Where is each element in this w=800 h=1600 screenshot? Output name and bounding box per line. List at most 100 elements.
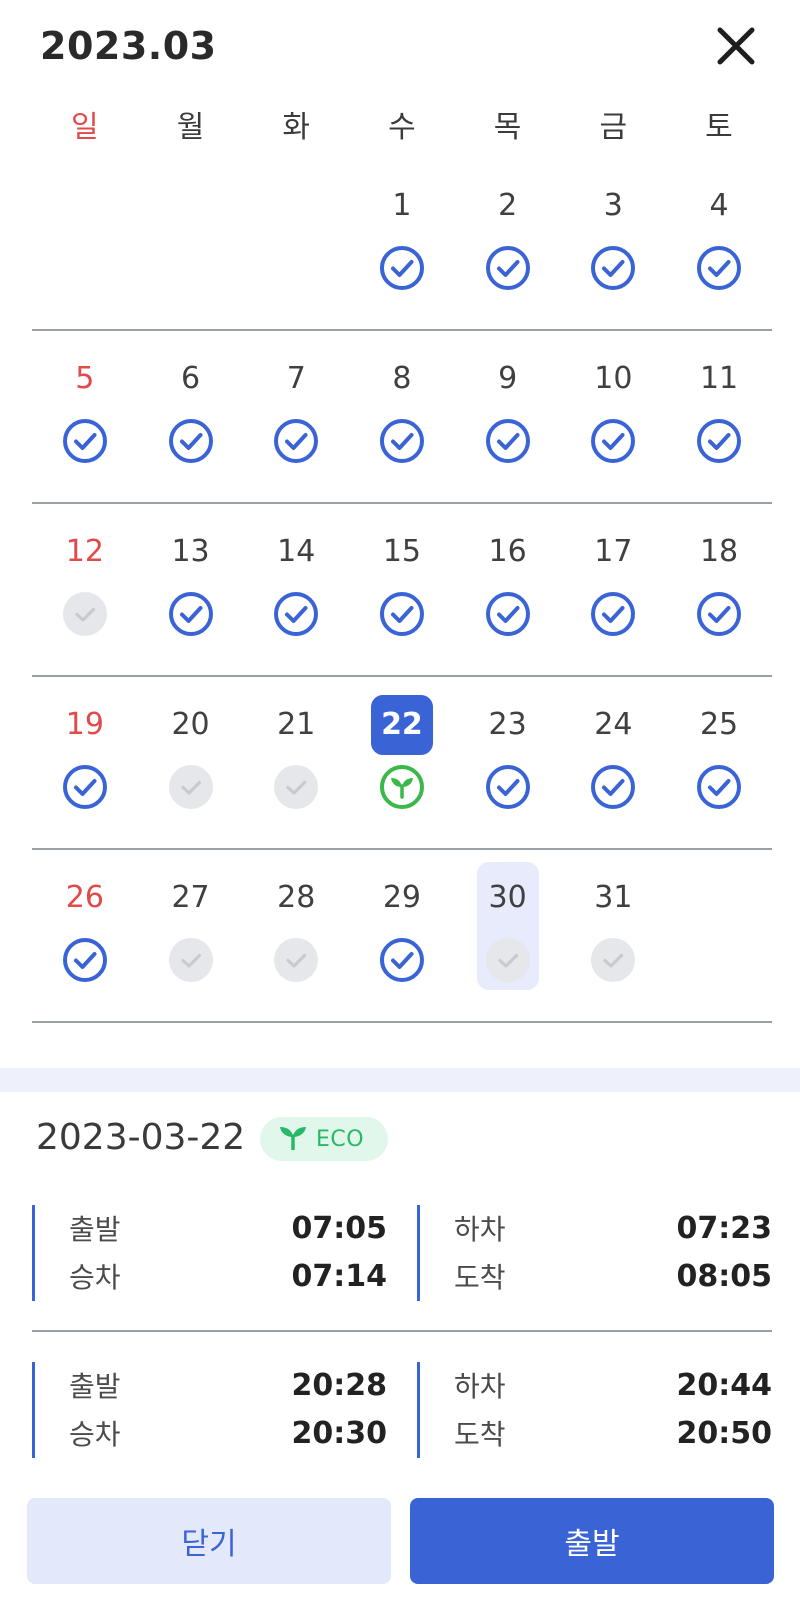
check-circle-icon xyxy=(272,590,320,638)
check-circle-icon xyxy=(61,417,109,465)
check-circle-icon xyxy=(61,763,109,811)
check-circle-icon xyxy=(589,590,637,638)
check-circle-icon xyxy=(589,244,637,292)
check-circle-icon xyxy=(484,417,532,465)
day-number: 22 xyxy=(370,695,433,755)
day-cell-21[interactable]: 21 xyxy=(243,675,349,845)
sprout-icon xyxy=(278,1124,308,1154)
day-cell-5[interactable]: 5 xyxy=(32,329,138,499)
check-circle-icon xyxy=(378,244,426,292)
weekday-tue: 화 xyxy=(282,110,311,145)
day-cell-23[interactable]: 23 xyxy=(455,675,561,845)
trip-1-depart-row: 출발 07:05 xyxy=(69,1205,387,1251)
weekday-mon: 월 xyxy=(176,110,205,145)
day-number: 16 xyxy=(488,534,527,569)
day-cell-25[interactable]: 25 xyxy=(666,675,772,845)
day-cell-28[interactable]: 28 xyxy=(243,848,349,1018)
day-number: 18 xyxy=(699,534,739,569)
day-cell-4[interactable]: 4 xyxy=(666,156,772,326)
day-number: 7 xyxy=(286,361,306,396)
day-cell-1[interactable]: 1 xyxy=(349,156,455,326)
check-circle-icon xyxy=(484,590,532,638)
day-cell-15[interactable]: 15 xyxy=(349,502,455,672)
day-cell-19[interactable]: 19 xyxy=(32,675,138,845)
trip-1-alight-row: 하차 07:23 xyxy=(454,1205,772,1251)
depart-label: 출발 xyxy=(69,1213,121,1246)
day-number: 13 xyxy=(171,534,210,569)
day-cell-22[interactable]: 22 xyxy=(349,675,455,845)
day-cell-27[interactable]: 27 xyxy=(138,848,244,1018)
close-button[interactable]: 닫기 xyxy=(27,1498,391,1584)
check-circle-icon xyxy=(61,936,109,984)
day-cell-14[interactable]: 14 xyxy=(243,502,349,672)
day-number: 6 xyxy=(180,361,201,396)
day-cell-26[interactable]: 26 xyxy=(32,848,138,1018)
board-time: 07:14 xyxy=(291,1258,388,1294)
day-number: 3 xyxy=(603,188,623,223)
day-cell-17[interactable]: 17 xyxy=(561,502,667,672)
detail-date: 2023-03-22 xyxy=(36,1117,246,1158)
day-number: 19 xyxy=(65,707,104,742)
weekday-sat: 토 xyxy=(705,110,733,145)
day-cell-20[interactable]: 20 xyxy=(138,675,244,845)
check-circle-inactive-icon xyxy=(272,936,320,984)
check-circle-icon xyxy=(167,590,215,638)
check-circle-icon xyxy=(272,417,320,465)
day-cell-16[interactable]: 16 xyxy=(455,502,561,672)
check-circle-icon xyxy=(695,244,743,292)
trip-row-2: 출발 20:28 승차 20:30 하차 20:44 도착 20:50 xyxy=(32,1362,772,1458)
check-circle-icon xyxy=(378,590,426,638)
day-number: 31 xyxy=(594,880,633,915)
check-circle-inactive-icon xyxy=(61,590,109,638)
day-cell-24[interactable]: 24 xyxy=(561,675,667,845)
close-icon[interactable] xyxy=(712,22,760,70)
day-number: 15 xyxy=(382,534,422,569)
day-number: 25 xyxy=(699,707,739,742)
check-circle-icon xyxy=(484,763,532,811)
day-cell-7[interactable]: 7 xyxy=(243,329,349,499)
depart-time: 20:28 xyxy=(291,1367,388,1403)
day-cell-31[interactable]: 31 xyxy=(561,848,667,1018)
alight-label: 하차 xyxy=(454,1370,506,1403)
day-cell-2[interactable]: 2 xyxy=(455,156,561,326)
day-cell-12[interactable]: 12 xyxy=(32,502,138,672)
day-number: 5 xyxy=(75,361,95,396)
check-circle-icon xyxy=(484,244,532,292)
trip-1-departure-column: 출발 07:05 승차 07:14 xyxy=(32,1205,387,1301)
check-circle-icon xyxy=(695,590,743,638)
day-number: 10 xyxy=(594,361,633,396)
alight-label: 하차 xyxy=(454,1213,506,1246)
check-circle-icon xyxy=(695,763,743,811)
check-circle-inactive-icon xyxy=(167,763,215,811)
depart-button[interactable]: 출발 xyxy=(410,1498,774,1584)
check-circle-inactive-icon xyxy=(167,936,215,984)
day-cell-29[interactable]: 29 xyxy=(349,848,455,1018)
weekday-fri: 금 xyxy=(599,110,628,145)
day-cell-18[interactable]: 18 xyxy=(666,502,772,672)
trip-2-depart-row: 출발 20:28 xyxy=(69,1362,387,1408)
day-number: 17 xyxy=(594,534,633,569)
depart-time: 07:05 xyxy=(291,1210,388,1246)
arrive-label: 도착 xyxy=(454,1261,506,1294)
day-cell-11[interactable]: 11 xyxy=(666,329,772,499)
month-title: 2023.03 xyxy=(40,24,217,68)
day-cell-3[interactable]: 3 xyxy=(561,156,667,326)
day-cell-30[interactable]: 30 xyxy=(455,848,561,1018)
trip-2-board-row: 승차 20:30 xyxy=(69,1410,387,1456)
check-circle-icon xyxy=(695,417,743,465)
day-number: 14 xyxy=(277,534,316,569)
day-cell-9[interactable]: 9 xyxy=(455,329,561,499)
day-number: 28 xyxy=(277,880,316,915)
trip-2-alight-row: 하차 20:44 xyxy=(454,1362,772,1408)
day-cell-13[interactable]: 13 xyxy=(138,502,244,672)
day-cell-8[interactable]: 8 xyxy=(349,329,455,499)
day-number: 29 xyxy=(382,880,422,915)
check-circle-inactive-icon xyxy=(484,936,532,984)
trip-2-departure-column: 출발 20:28 승차 20:30 xyxy=(32,1362,387,1458)
trip-1-arrive-row: 도착 08:05 xyxy=(454,1253,772,1299)
day-number: 26 xyxy=(65,880,104,915)
day-cell-6[interactable]: 6 xyxy=(138,329,244,499)
day-number: 20 xyxy=(171,707,210,742)
day-cell-10[interactable]: 10 xyxy=(561,329,667,499)
day-number: 11 xyxy=(699,361,739,396)
